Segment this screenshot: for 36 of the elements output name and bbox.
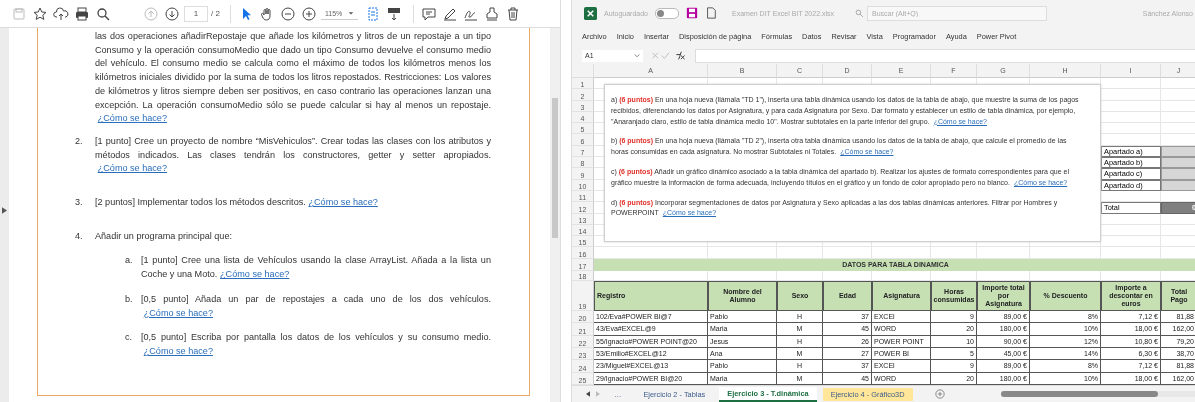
page-total: / 2 [211, 9, 220, 18]
list-item-text: [2 puntos] Implementar todos los métodos descritos. ¿Cómo se hace? [95, 196, 379, 210]
previous-sheet-icon[interactable] [586, 391, 590, 398]
expand-panel-icon[interactable] [2, 206, 7, 214]
list-number: 3. [75, 196, 84, 210]
list-letter: a. [125, 254, 134, 268]
new-file-icon[interactable] [705, 7, 717, 19]
score-cell [1161, 179, 1195, 191]
zoom-out-icon[interactable] [278, 4, 297, 23]
list-letter: c. [125, 331, 134, 345]
list-item-text: Añadir un programa principal que: [95, 229, 233, 243]
score-cell [1161, 157, 1195, 169]
how-to-link[interactable]: ¿Cómo se hace? [143, 307, 213, 318]
save-icon[interactable] [686, 7, 698, 19]
how-to-link[interactable]: ¿Cómo se hace? [220, 269, 290, 280]
score-cell [1161, 168, 1195, 180]
list-item-text: [0,5 punto] Añada un par de repostajes a cada uno de los dos vehículos. ¿Cómo se hace? [141, 292, 491, 320]
how-to-link[interactable]: ¿Cómo se hace? [97, 163, 167, 174]
autosave-toggle[interactable] [655, 7, 679, 19]
page-down-icon[interactable] [163, 4, 181, 23]
list-item-text: [1 punto] Cree una lista de Vehículos usando la clase ArrayList. Añada a la lista un Coche y una Moto. ¿Cómo se hace? [141, 254, 491, 282]
page-number-field[interactable]: 1 [184, 5, 208, 22]
zoom-in-icon[interactable] [299, 4, 318, 23]
list-number: 4. [75, 229, 84, 243]
how-to-link[interactable]: ¿Cómo se hace? [308, 197, 378, 208]
paragraph: las dos operaciones añadirRepostaje que añade los kilómetros y litros de un repostaje a un tipo Consumo y la operación consumoMedio que dado un tipo Consumo devuelve el consumo medio del vehículo. El consumo medio se calcula como el máximo de todos los kilómetros menos los kilómetros iniciales dividido por la suma de todos los litros repostados. Restricciones: Los valores de kilómetros y litros siempre deben ser positivos, en caso contrario las operaciones lanzan una excepción. La operación consumoMedio sólo se puede calcular si hay al menos un repostaje. ¿Cómo se hace? [95, 30, 491, 126]
excel-logo-icon[interactable] [584, 6, 597, 20]
print-icon[interactable] [73, 4, 91, 23]
how-to-link[interactable]: ¿Cómo se hace? [97, 113, 167, 124]
list-number: 2. [75, 134, 84, 148]
how-to-link[interactable]: ¿Cómo se hace? [143, 345, 213, 356]
list-item-text: [0,5 punto] Escriba por pantalla los datos de los vehículos y su consumo medio. ¿Cómo se hace? [141, 331, 491, 358]
list-letter: b. [125, 292, 134, 306]
caret-icon [348, 10, 355, 16]
upload-icon[interactable] [52, 4, 70, 23]
list-item-text: [1 punto] Cree un proyecto de nombre “MisVehiculos”. Crear todas las clases con los atributos y métodos indicados. Las clases tendrán los constructores, getter y setter apropiados. ¿Cómo se hace? [95, 134, 491, 176]
